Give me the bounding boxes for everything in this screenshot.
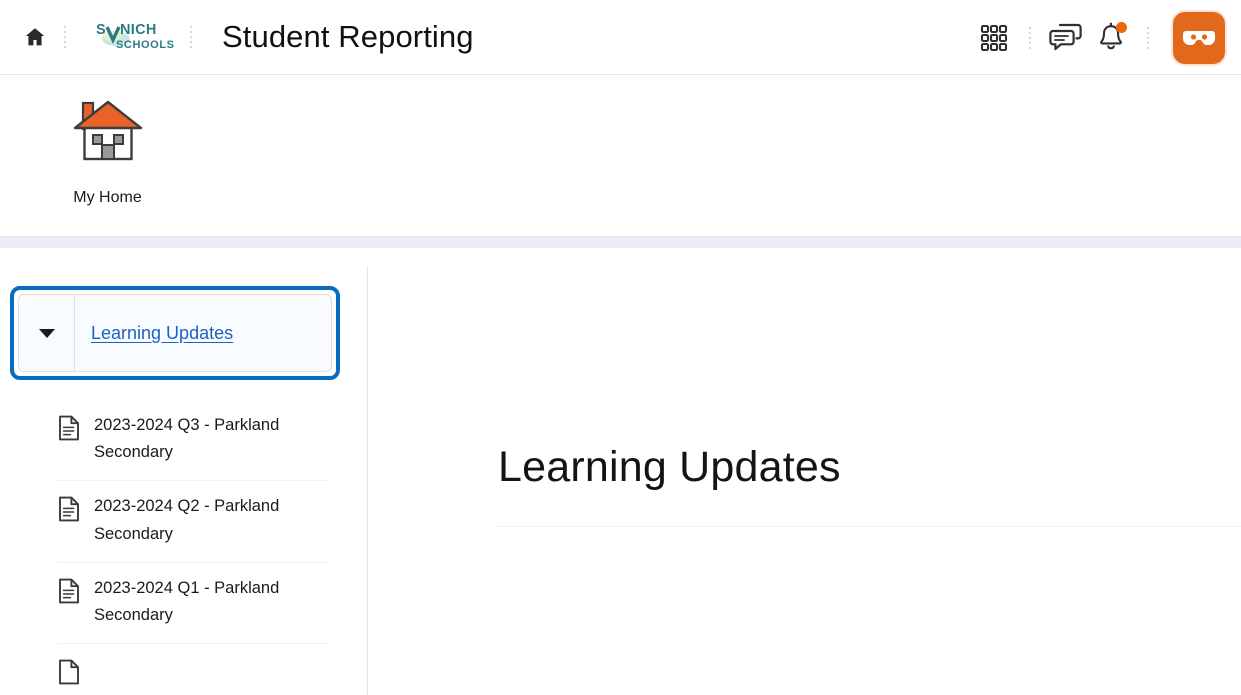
- home-shortcut-strip: My Home: [0, 76, 1241, 236]
- list-item-label: 2023-2024 Q1 - Parkland Secondary: [94, 578, 280, 625]
- section-divider-band: [0, 236, 1241, 248]
- sidebar: Learning Updates 2023-2024 Q3 - Parkland…: [0, 248, 369, 695]
- svg-text:SCHOOLS: SCHOOLS: [116, 39, 174, 51]
- notification-badge: [1116, 21, 1127, 33]
- chevron-down-icon: [38, 328, 55, 338]
- document-icon: [58, 578, 80, 609]
- header-separator-3: [1023, 23, 1037, 53]
- accordion-toggle-button[interactable]: [19, 295, 75, 371]
- saanich-schools-logo[interactable]: S NICH SCHOOLS: [82, 15, 174, 59]
- my-home-label: My Home: [73, 189, 142, 206]
- list-item[interactable]: 2023-2024 Q1 - Parkland Secondary: [58, 563, 328, 645]
- learning-updates-accordion[interactable]: Learning Updates: [10, 286, 340, 380]
- list-item[interactable]: [58, 644, 328, 695]
- svg-text:S: S: [96, 22, 106, 38]
- home-icon[interactable]: [18, 20, 52, 54]
- main-content: Learning Updates: [368, 248, 1241, 695]
- document-icon: [58, 659, 80, 690]
- document-icon: [58, 415, 80, 446]
- document-icon: [58, 496, 80, 527]
- app-root: S NICH SCHOOLS Student Reporting My Home…: [0, 0, 1241, 695]
- main-heading-rule: [498, 526, 1241, 527]
- list-item-label: 2023-2024 Q2 - Parkland Secondary: [94, 497, 280, 543]
- header-separator-4: [1141, 23, 1155, 53]
- header-right-group: [971, 0, 1225, 75]
- body-area: Learning Updates 2023-2024 Q3 - Parkland…: [0, 248, 1241, 695]
- list-item[interactable]: 2023-2024 Q2 - Parkland Secondary: [58, 481, 328, 563]
- learning-updates-link[interactable]: Learning Updates: [91, 323, 233, 344]
- messages-icon[interactable]: [1043, 15, 1089, 61]
- user-avatar[interactable]: [1173, 11, 1225, 64]
- header-separator-2: [184, 22, 198, 52]
- notifications-bell-icon[interactable]: [1089, 15, 1135, 61]
- page-title: Student Reporting: [222, 19, 474, 54]
- learning-updates-list: 2023-2024 Q3 - Parkland Secondary 2023-2…: [58, 400, 328, 695]
- list-item[interactable]: 2023-2024 Q3 - Parkland Secondary: [58, 400, 328, 482]
- list-item-label: 2023-2024 Q3 - Parkland Secondary: [94, 416, 280, 462]
- header-left-group: S NICH SCHOOLS Student Reporting: [0, 0, 474, 74]
- top-header-bar: S NICH SCHOOLS Student Reporting: [0, 0, 1241, 75]
- main-page-heading: Learning Updates: [498, 443, 841, 491]
- apps-grid-icon[interactable]: [971, 15, 1017, 61]
- svg-text:NICH: NICH: [120, 22, 157, 38]
- my-home-tile[interactable]: My Home: [60, 94, 155, 207]
- house-icon: [69, 94, 147, 175]
- header-separator-1: [58, 22, 72, 52]
